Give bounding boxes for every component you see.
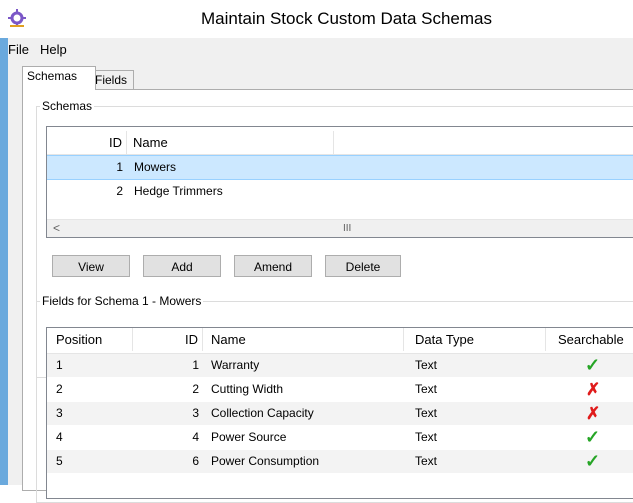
checkmark-icon: ✓ [585,355,601,375]
fields-grid-header: Position ID Name Data Type Searchable [47,328,633,354]
schemas-group-title: Schemas [40,99,95,113]
scroll-left-arrow-icon[interactable]: < [53,220,60,237]
title-bar: Maintain Stock Custom Data Schemas [0,0,633,38]
cross-icon: ✗ [586,380,601,399]
schemas-tab-page: Schemas ID Name 1 Mowers 2 Hedge Trimmer… [22,89,633,503]
data-type-cell: Text [415,358,438,372]
field-id-cell: 6 [192,454,199,468]
checkmark-icon: ✓ [585,451,601,471]
schema-id-cell: 1 [116,160,123,174]
menu-help[interactable]: Help [40,42,67,57]
position-cell: 5 [56,454,63,468]
schema-name-cell: Hedge Trimmers [134,184,223,198]
table-row-selected[interactable]: 1 Mowers [47,155,633,180]
schemas-grid-header: ID Name [47,131,633,155]
field-name-cell: Warranty [211,358,260,372]
field-name-cell: Power Source [211,430,287,444]
field-id-cell: 4 [192,430,199,444]
table-row[interactable]: 2 Hedge Trimmers [47,180,633,203]
scroll-thumb-grip[interactable]: III [343,220,351,237]
table-row[interactable]: 1 1 Warranty Text ✓ [47,354,633,377]
window-title: Maintain Stock Custom Data Schemas [200,9,492,28]
delete-button[interactable]: Delete [325,255,401,277]
schema-name-cell: Mowers [134,160,177,174]
schema-id-cell: 2 [116,184,123,198]
column-header-searchable[interactable]: Searchable [550,328,633,351]
tab-fields[interactable]: Fields [90,70,134,89]
table-row[interactable]: 4 4 Power Source Text ✓ [47,426,633,449]
schemas-grid[interactable]: ID Name 1 Mowers 2 Hedge Trimmers < III [46,126,633,238]
tab-schemas[interactable]: Schemas [22,66,96,90]
data-type-cell: Text [415,454,438,468]
field-id-cell: 1 [192,358,199,372]
add-button[interactable]: Add [143,255,221,277]
position-cell: 4 [56,430,63,444]
view-button[interactable]: View [52,255,130,277]
column-header-name[interactable]: Name [204,328,404,351]
field-name-cell: Power Consumption [211,454,320,468]
fields-grid[interactable]: Position ID Name Data Type Searchable 1 … [46,327,633,499]
data-type-cell: Text [415,406,438,420]
column-header-position[interactable]: Position [47,328,133,351]
window-left-border [0,38,8,485]
column-header-data-type[interactable]: Data Type [408,328,546,351]
table-row[interactable]: 2 2 Cutting Width Text ✗ [47,378,633,401]
data-type-cell: Text [415,430,438,444]
amend-button[interactable]: Amend [234,255,312,277]
position-cell: 1 [56,358,63,372]
field-name-cell: Cutting Width [211,382,284,396]
cross-icon: ✗ [586,404,601,423]
checkmark-icon: ✓ [585,427,601,447]
position-cell: 3 [56,406,63,420]
table-row[interactable]: 3 3 Collection Capacity Text ✗ [47,402,633,425]
field-id-cell: 2 [192,382,199,396]
data-type-cell: Text [415,382,438,396]
menu-file[interactable]: File [8,42,29,57]
column-header-id[interactable]: ID [133,328,203,351]
fields-group-title: Fields for Schema 1 - Mowers [40,294,204,308]
column-header-name[interactable]: Name [131,131,334,154]
field-name-cell: Collection Capacity [211,406,314,420]
horizontal-scrollbar[interactable]: < III [47,219,633,237]
column-header-id[interactable]: ID [47,131,127,154]
field-id-cell: 3 [192,406,199,420]
position-cell: 2 [56,382,63,396]
table-row[interactable]: 5 6 Power Consumption Text ✓ [47,450,633,473]
